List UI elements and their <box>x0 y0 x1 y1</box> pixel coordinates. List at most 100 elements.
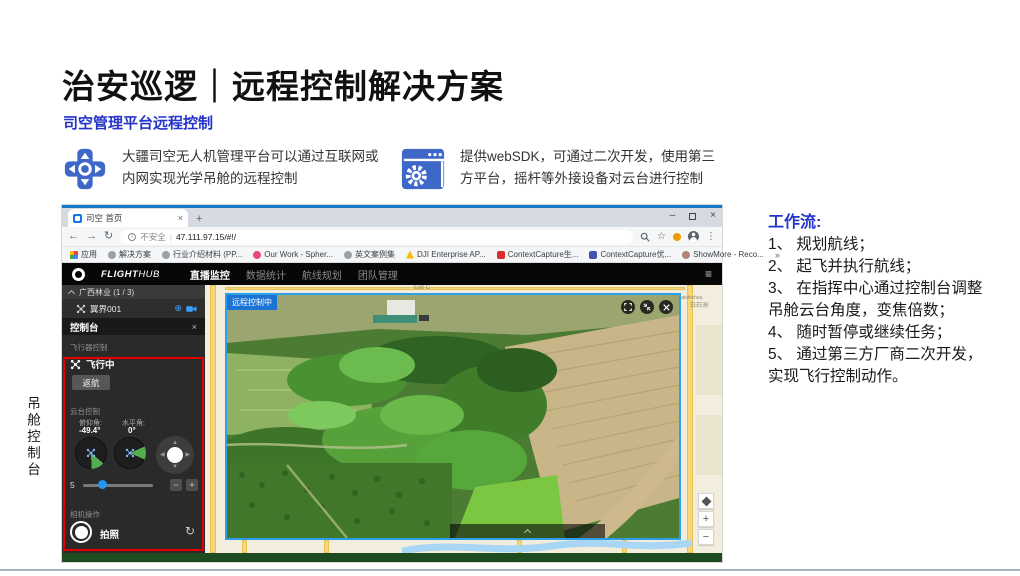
device-row[interactable]: 翼界001 ⊕ <box>62 299 205 318</box>
yaw-value: 0° <box>128 426 136 435</box>
search-icon[interactable] <box>640 232 650 242</box>
back-button[interactable]: ← <box>68 231 79 242</box>
browser-window: 司空 首页 × + – × ← → ↻ i 不安全 | 47.111.97.15… <box>62 205 722 562</box>
profile-icon[interactable] <box>688 231 699 242</box>
return-home-button[interactable]: 返航 <box>72 375 110 390</box>
tab-close-icon[interactable]: × <box>178 213 183 223</box>
camera-feed-icon[interactable] <box>186 305 197 313</box>
feature-websdk: 提供webSDK，可通过二次开发，使用第三方平台，摇杆等外接设备对云台进行控制 <box>400 146 730 192</box>
bookmark-item[interactable]: 应用 <box>70 249 97 260</box>
close-button[interactable]: × <box>710 211 716 221</box>
console-title: 控制台 <box>70 320 192 334</box>
apps-grid-icon <box>70 251 78 259</box>
workflow-step: 3、 在指挥中心通过控制台调整吊舱云台角度，变焦倍数； <box>768 278 990 322</box>
browser-toolbar: ← → ↻ i 不安全 | 47.111.97.15/#!/ ☆ ⋮ <box>62 227 722 247</box>
extension-icon[interactable] <box>673 233 681 241</box>
flight-status-text: 飞行中 <box>86 357 115 371</box>
nav-live-monitor[interactable]: 直播监控 <box>190 267 230 282</box>
maximize-button[interactable] <box>689 213 696 220</box>
zoom-decrease-button[interactable]: − <box>170 479 182 491</box>
drive-icon <box>406 251 414 259</box>
workflow-step: 5、 通过第三方厂商二次开发，实现飞行控制动作。 <box>768 344 990 388</box>
tab-favicon-icon <box>73 214 82 223</box>
video-controls <box>621 300 673 314</box>
address-bar[interactable]: i 不安全 | 47.111.97.15/#!/ <box>120 230 633 244</box>
drone-icon <box>125 448 135 458</box>
pod-console-vertical-label: 吊舱控制台 <box>22 396 42 479</box>
console-header: 控制台 × <box>62 318 205 335</box>
map-layers-button[interactable] <box>698 493 714 509</box>
shutter-icon <box>75 526 88 539</box>
video-bottom-bar[interactable] <box>450 524 605 538</box>
locate-crosshair-icon[interactable]: ⊕ <box>174 304 182 313</box>
bookmark-item[interactable]: ContextCapture生... <box>497 249 579 260</box>
aerial-video-feed <box>227 295 679 538</box>
site-info-icon[interactable]: i <box>128 233 136 241</box>
workflow-step: 2、 起飞并执行航线； <box>768 256 990 278</box>
nav-team-manage[interactable]: 团队管理 <box>358 267 398 282</box>
dpad-center-button[interactable] <box>167 447 183 463</box>
map-label: 白石洲 <box>690 303 708 309</box>
fullscreen-button[interactable] <box>621 300 635 314</box>
bookmark-favicon <box>162 251 170 259</box>
tab-title: 司空 首页 <box>86 212 174 224</box>
device-group-header[interactable]: 广西林业 (1 / 3) <box>62 285 205 299</box>
bookmark-item[interactable]: Our Work - Spher... <box>253 250 333 259</box>
map-block <box>696 325 722 395</box>
close-video-button[interactable] <box>659 300 673 314</box>
hamburger-menu-icon[interactable]: ≡ <box>705 267 712 281</box>
refresh-button[interactable]: ↻ <box>104 231 113 242</box>
flighthub-navbar: FLIGHTHUB 直播监控 数据统计 航线规划 团队管理 ≡ <box>62 263 722 285</box>
bookmark-star-icon[interactable]: ☆ <box>657 231 666 242</box>
dpad-right-icon: ▶ <box>185 452 190 458</box>
yaw-gauge <box>114 437 146 469</box>
dpad-left-icon: ◀ <box>160 452 165 458</box>
shutter-button[interactable] <box>70 521 92 543</box>
browser-tab[interactable]: 司空 首页 × <box>68 209 188 227</box>
bookmark-item[interactable]: 解决方案 <box>108 249 151 260</box>
bookmarks-overflow-icon[interactable]: » <box>775 250 780 260</box>
new-tab-button[interactable]: + <box>196 213 202 225</box>
map-road <box>687 285 693 553</box>
group-title: 广西林业 (1 / 3) <box>79 287 134 298</box>
live-video-panel: 远程控制中 <box>225 293 681 540</box>
forward-button[interactable]: → <box>86 231 97 242</box>
capture-label: 拍照 <box>100 527 119 541</box>
pitch-value: -49.4° <box>79 426 100 435</box>
bookmark-favicon <box>682 251 690 259</box>
minimize-button[interactable]: – <box>670 211 676 221</box>
map-area[interactable]: Exit C Baishizhou 白石洲 <box>62 285 722 562</box>
dpad-icon <box>62 146 108 192</box>
aircraft-section-label: 飞行器控制 <box>70 342 108 353</box>
nav-route-plan[interactable]: 航线规划 <box>302 267 342 282</box>
bookmark-item[interactable]: ContextCapture优... <box>589 249 671 260</box>
gimbal-dpad[interactable]: ▲ ▼ ◀ ▶ <box>156 436 194 474</box>
zoom-level-value: 5 <box>70 480 75 490</box>
feature-text: 大疆司空无人机管理平台可以通过互联网或内网实现光学吊舱的远程控制 <box>122 146 390 189</box>
bookmark-item[interactable]: 行业介绍材料 (PP... <box>162 249 242 260</box>
browser-menu-icon[interactable]: ⋮ <box>706 231 716 242</box>
dpad-up-icon: ▲ <box>172 440 178 446</box>
remote-control-badge: 远程控制中 <box>227 295 277 310</box>
pitch-gauge <box>75 437 107 469</box>
page-title: 治安巡逻｜远程控制解决方案 <box>62 60 504 108</box>
zoom-slider-thumb[interactable] <box>98 480 107 489</box>
bookmark-item[interactable]: ShowMore - Reco... <box>682 250 764 259</box>
drone-icon <box>86 448 96 458</box>
gimbal-reset-icon[interactable]: ↻ <box>185 524 195 538</box>
device-name: 翼界001 <box>90 303 170 315</box>
bookmark-item[interactable]: 英文案例集 <box>344 249 395 260</box>
zoom-increase-button[interactable]: + <box>186 479 198 491</box>
map-zoom-out-button[interactable]: − <box>698 529 714 545</box>
map-road <box>225 287 685 290</box>
nav-data-stats[interactable]: 数据统计 <box>246 267 286 282</box>
feature-text: 提供webSDK，可通过二次开发，使用第三方平台，摇杆等外接设备对云台进行控制 <box>460 146 728 189</box>
zoom-slider-track[interactable] <box>83 484 153 487</box>
tab-strip: 司空 首页 × + – × <box>62 205 722 227</box>
gimbal-section-label: 云台控制 <box>70 406 100 417</box>
map-zoom-in-button[interactable]: + <box>698 511 714 527</box>
shrink-button[interactable] <box>640 300 654 314</box>
console-close-icon[interactable]: × <box>192 322 197 332</box>
map-block <box>696 415 722 475</box>
bookmark-item[interactable]: DJI Enterprise AP... <box>406 250 486 259</box>
